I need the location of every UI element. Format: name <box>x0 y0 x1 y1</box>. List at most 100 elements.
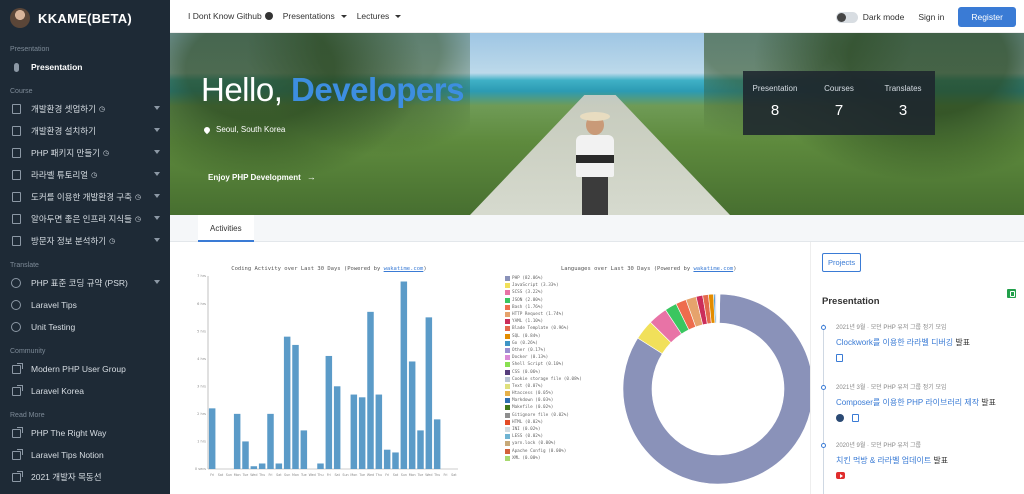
sidebar-section-title: Read More <box>10 411 45 419</box>
x-tick-label: Thu <box>375 473 382 477</box>
book-icon <box>10 169 22 181</box>
top-nav-link-label: Lectures <box>356 11 390 21</box>
x-tick-label: Sun <box>342 473 348 477</box>
activity-bar <box>392 452 399 469</box>
x-tick-label: Thu <box>258 473 265 477</box>
x-tick-label: Sat <box>393 473 399 477</box>
timeline-title-link[interactable]: Clockwork를 이용한 라라벨 디버깅 발표 <box>836 337 970 348</box>
activity-bar <box>283 336 291 469</box>
sidebar-item[interactable]: 라라벨 튜토리얼 ◷ <box>0 164 170 186</box>
coding-activity-chart: Coding Activity over Last 30 Days (Power… <box>194 262 464 494</box>
hero-greeting: Hello, Developers <box>201 71 464 109</box>
activity-bar <box>242 441 249 469</box>
youtube-icon[interactable] <box>836 472 845 479</box>
top-nav-link[interactable]: I Dont Know Github <box>188 11 273 21</box>
sidebar: KKAME(BETA) Presentation Presentation Cour… <box>0 0 170 494</box>
chevron-down-icon[interactable] <box>154 216 160 220</box>
x-tick-label: Tue <box>242 473 249 477</box>
avatar <box>10 8 30 28</box>
sidebar-item[interactable]: 방문자 정보 분석하기 ◷ <box>0 230 170 252</box>
x-tick-label: Wed <box>309 473 316 477</box>
hero-cta-label: Enjoy PHP Development <box>208 172 301 182</box>
caret-down-icon <box>340 14 347 18</box>
projects-button[interactable]: Projects <box>822 253 862 272</box>
sidebar-item[interactable]: 개발환경 셋업하기 ◷ <box>0 98 170 120</box>
globe-icon <box>10 277 22 289</box>
timeline-title-rest: 발표 <box>953 338 971 347</box>
document-icon[interactable] <box>836 354 843 362</box>
timeline-title-rest: 발표 <box>931 456 949 465</box>
sidebar-section-title: Presentation <box>10 45 50 53</box>
chevron-down-icon[interactable] <box>154 128 160 132</box>
sidebar-item[interactable]: Modern PHP User Group <box>0 358 170 380</box>
timeline-title-link[interactable]: Composer를 이용한 PHP 라이브러리 제작 발표 <box>836 397 996 408</box>
tab-activities[interactable]: Activities <box>198 215 254 242</box>
timeline-title-highlight: Clockwork를 이용한 라라벨 디버깅 <box>836 338 954 347</box>
coding-chart-title-link[interactable]: wakatime.com <box>384 266 424 272</box>
x-tick-label: Sat <box>334 473 340 477</box>
brand[interactable]: KKAME(BETA) <box>0 0 170 36</box>
chevron-down-icon[interactable] <box>154 238 160 242</box>
x-tick-label: Fri <box>444 473 448 477</box>
timeline-item: 2021년 9월 · 모던 PHP 유저 그룹 정기 모임 Clockwork를 … <box>821 322 970 362</box>
top-nav-link[interactable]: Presentations <box>283 11 347 21</box>
arrow-right-icon: → <box>306 172 316 182</box>
stat-value: 8 <box>770 102 780 119</box>
sidebar-item[interactable]: 개발환경 설치하기 <box>0 120 170 142</box>
sidebar-item[interactable]: 도커를 이용한 개발환경 구축 ◷ <box>0 186 170 208</box>
sidebar-section-title: Course <box>10 87 33 95</box>
clock-icon: ◷ <box>134 194 142 201</box>
x-tick-label: Sun <box>226 473 232 477</box>
sidebar-item[interactable]: Laravel Tips Notion <box>0 444 170 466</box>
activity-bar <box>433 419 441 469</box>
chevron-down-icon[interactable] <box>154 280 160 284</box>
external-link-icon <box>10 470 23 483</box>
chevron-down-icon[interactable] <box>154 150 160 154</box>
caret-down-icon <box>395 14 402 18</box>
sidebar-item[interactable]: Laravel Tips <box>0 294 170 316</box>
x-tick-label: Sun <box>284 473 290 477</box>
stat-card: Courses 7 <box>807 71 871 135</box>
activity-bar <box>325 355 333 469</box>
sign-in-link[interactable]: Sign in <box>918 12 944 22</box>
chevron-down-icon[interactable] <box>154 106 160 110</box>
timeline-title-link[interactable]: 치킨 먹방 & 라라벨 업데이트 발표 <box>836 455 948 466</box>
stat-value: 3 <box>898 102 908 119</box>
sidebar-item[interactable]: Laravel Korea <box>0 380 170 402</box>
sidebar-section-title: Community <box>10 347 46 355</box>
external-link-icon <box>10 448 23 461</box>
sidebar-item[interactable]: PHP 표준 코딩 규약 (PSR) <box>0 272 170 294</box>
x-tick-label: Fri <box>385 473 389 477</box>
stat-card: Presentation 8 <box>743 71 807 135</box>
chevron-down-icon[interactable] <box>154 172 160 176</box>
timeline-meta: 2020년 9월 · 모던 PHP 유저 그룹 <box>836 443 922 449</box>
x-tick-label: Mon <box>292 473 299 477</box>
activity-bar <box>425 317 433 469</box>
sidebar-item[interactable]: Presentation <box>0 56 170 78</box>
sidebar-item[interactable]: 2021 개발자 목동선 <box>0 466 170 488</box>
sidebar-item[interactable]: 알아두면 좋은 인프라 지식들 ◷ <box>0 208 170 230</box>
brand-title: KKAME(BETA) <box>38 10 133 26</box>
y-tick-label: 1 hrs <box>197 440 206 444</box>
activity-bar <box>317 463 324 469</box>
sidebar-item[interactable]: Unit Testing <box>0 316 170 338</box>
timeline-icons <box>836 414 996 422</box>
x-tick-label: Fri <box>210 473 214 477</box>
y-tick-label: 4 hrs <box>197 357 206 361</box>
sidebar-item[interactable]: PHP 패키지 만들기 ◷ <box>0 142 170 164</box>
github-icon[interactable] <box>836 414 844 422</box>
sidebar-item-label: 알아두면 좋은 인프라 지식들 <box>31 214 132 224</box>
y-tick-label: 6 hrs <box>197 302 206 306</box>
activity-bar <box>258 463 266 469</box>
x-tick-label: Mon <box>234 473 241 477</box>
register-button[interactable]: Register <box>958 7 1016 27</box>
sidebar-item[interactable]: PHP The Right Way <box>0 422 170 444</box>
badge-icon[interactable] <box>1007 289 1016 298</box>
timeline-icons <box>836 354 970 362</box>
document-icon[interactable] <box>852 414 859 422</box>
sidebar-item-label: 방문자 정보 분석하기 <box>31 236 107 246</box>
dark-mode-toggle[interactable] <box>835 11 858 23</box>
hero-cta-link[interactable]: Enjoy PHP Development → <box>208 172 316 182</box>
top-nav-link[interactable]: Lectures <box>357 11 402 21</box>
chevron-down-icon[interactable] <box>154 194 160 198</box>
